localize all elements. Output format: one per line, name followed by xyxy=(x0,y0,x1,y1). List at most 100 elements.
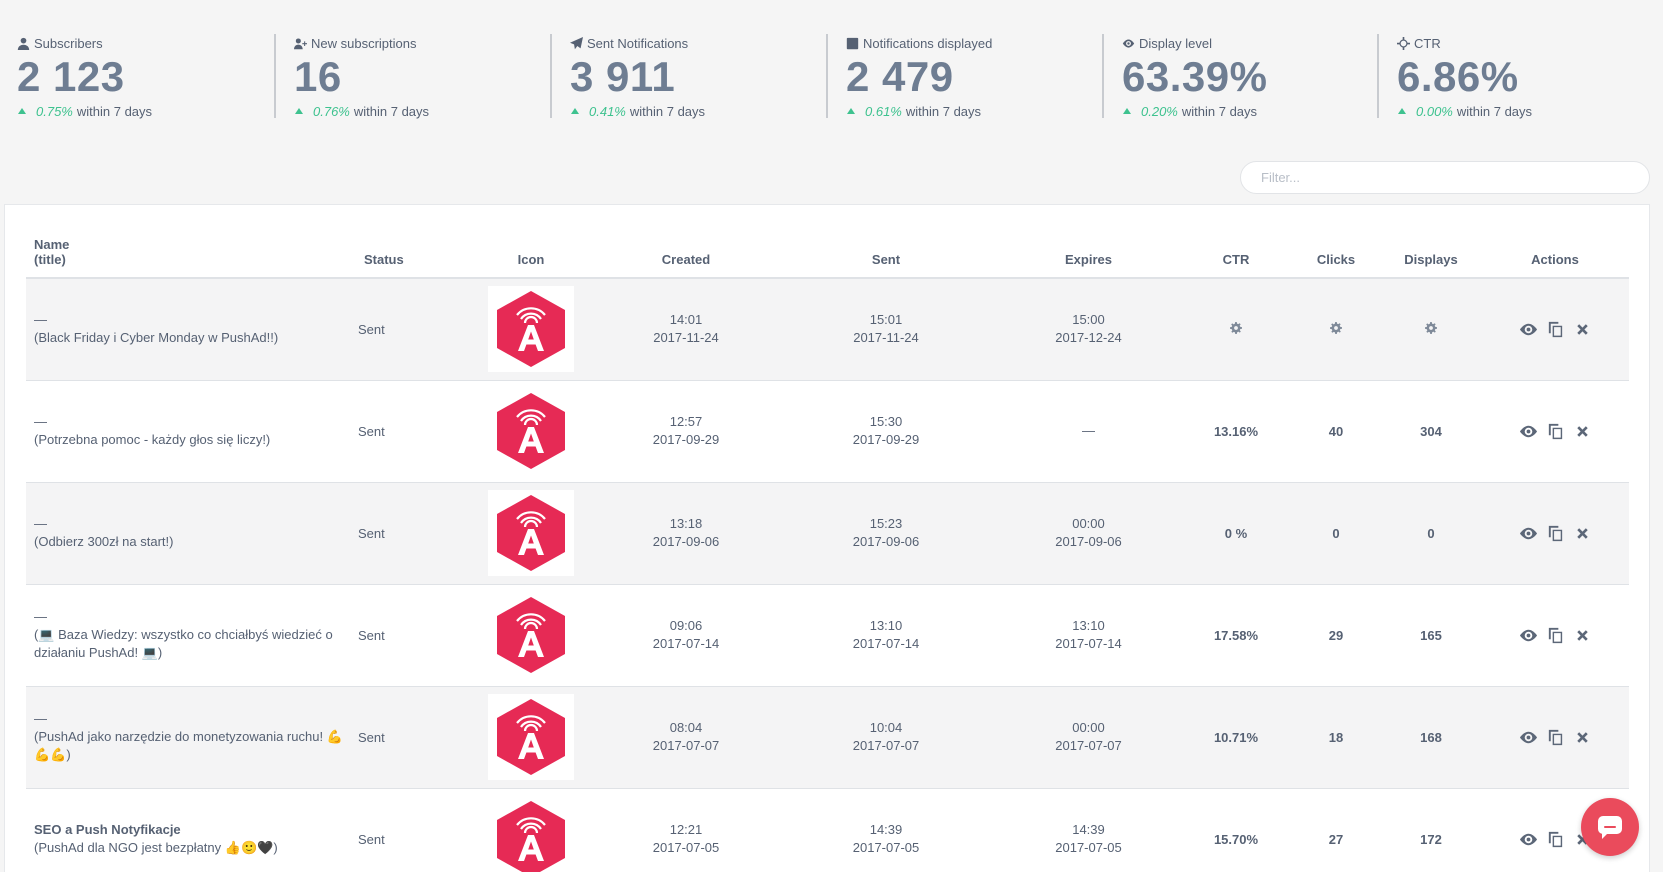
eye-icon xyxy=(1519,731,1537,743)
stat-percent: 0.76% xyxy=(313,103,350,119)
delete-button[interactable] xyxy=(1573,422,1592,441)
duplicate-button[interactable] xyxy=(1546,422,1565,441)
table-row[interactable]: — (PushAd jako narzędzie do monetyzowani… xyxy=(26,686,1629,788)
pushad-logo-icon xyxy=(497,393,565,469)
copy-icon xyxy=(1548,831,1562,847)
created-date: 2017-11-24 xyxy=(653,330,719,346)
trend-up-icon xyxy=(847,108,855,114)
stat-new-subscriptions: New subscriptions 16 0.76% within 7 days xyxy=(274,34,550,119)
table-row[interactable]: — (Black Friday i Cyber Monday w PushAd!… xyxy=(26,278,1629,380)
close-icon xyxy=(1576,731,1588,743)
row-title: (Potrzebna pomoc - każdy głos się liczy!… xyxy=(34,432,271,447)
row-ctr: 0 % xyxy=(1224,525,1248,541)
row-displays: 0 xyxy=(1427,525,1435,541)
row-title: (Black Friday i Cyber Monday w PushAd!!) xyxy=(34,330,279,346)
duplicate-button[interactable] xyxy=(1546,320,1565,339)
copy-icon xyxy=(1548,423,1562,439)
stat-value: 3 911 xyxy=(570,53,676,100)
preview-button[interactable] xyxy=(1519,626,1538,645)
column-header-expires[interactable]: Expires xyxy=(996,225,1181,279)
trend-up-icon xyxy=(571,108,579,114)
row-ctr xyxy=(1181,278,1291,380)
stat-percent: 0.41% xyxy=(589,103,626,119)
created-time: 09:06 xyxy=(669,618,703,633)
notification-icon xyxy=(488,694,574,780)
stat-notifications-displayed: Notifications displayed 2 479 0.61% withi… xyxy=(826,34,1102,119)
row-actions xyxy=(1481,626,1629,645)
eye-icon xyxy=(1122,38,1135,48)
duplicate-button[interactable] xyxy=(1546,524,1565,543)
row-displays: 304 xyxy=(1420,423,1442,439)
duplicate-button[interactable] xyxy=(1546,728,1565,747)
stat-suffix: within 7 days xyxy=(1181,103,1258,119)
created-date: 2017-07-05 xyxy=(652,840,720,855)
copy-icon xyxy=(1548,321,1562,337)
eye-icon xyxy=(1519,425,1537,437)
stat-label: Subscribers xyxy=(34,35,103,51)
column-header-ctr[interactable]: CTR xyxy=(1181,225,1291,279)
chat-button[interactable] xyxy=(1581,798,1639,856)
notification-icon xyxy=(488,286,574,373)
copy-icon xyxy=(1548,729,1562,745)
column-header-icon[interactable]: Icon xyxy=(466,225,596,279)
filter-input[interactable] xyxy=(1240,161,1650,194)
row-actions xyxy=(1481,728,1629,747)
table-row[interactable]: — (Potrzebna pomoc - każdy głos się licz… xyxy=(26,380,1629,482)
column-header-displays[interactable]: Displays xyxy=(1381,225,1481,279)
expires-date: 2017-07-14 xyxy=(1055,636,1122,651)
trend-up-icon xyxy=(1123,108,1131,114)
preview-button[interactable] xyxy=(1519,422,1538,441)
column-header-sent[interactable]: Sent xyxy=(776,225,996,279)
column-header-created[interactable]: Created xyxy=(596,225,776,279)
delete-button[interactable] xyxy=(1573,728,1592,747)
stat-label: CTR xyxy=(1414,35,1441,51)
preview-button[interactable] xyxy=(1519,728,1538,747)
row-clicks: 40 xyxy=(1328,423,1344,439)
column-header-name[interactable]: Name (title) xyxy=(26,225,356,279)
stat-suffix: within 7 days xyxy=(76,103,153,119)
chat-icon xyxy=(1598,816,1622,839)
delete-button[interactable] xyxy=(1573,524,1592,543)
preview-button[interactable] xyxy=(1519,524,1538,543)
duplicate-button[interactable] xyxy=(1546,626,1565,645)
trend-up-icon xyxy=(1398,108,1406,114)
delete-button[interactable] xyxy=(1573,320,1592,339)
row-title: (PushAd jako narzędzie do monetyzowania … xyxy=(34,729,343,762)
preview-button[interactable] xyxy=(1519,320,1538,339)
eye-icon xyxy=(1519,527,1537,539)
stat-value: 2 479 xyxy=(846,53,954,100)
table-row[interactable]: — (💻 Baza Wiedzy: wszystko co chciałbyś … xyxy=(26,584,1629,686)
column-header-status[interactable]: Status xyxy=(356,225,466,279)
table-row[interactable]: — (Odbierz 300zł na start!) Sent 13:18 20… xyxy=(26,482,1629,584)
sent-time: 10:04 xyxy=(869,720,903,735)
close-icon xyxy=(1576,324,1588,335)
stat-display-level: Display level 63.39% 0.20% within 7 days xyxy=(1102,34,1378,119)
notification-icon xyxy=(488,592,574,678)
row-status: Sent xyxy=(358,627,385,643)
row-name: — xyxy=(34,414,47,429)
created-date: 2017-07-07 xyxy=(652,738,720,753)
expires-time: 13:10 xyxy=(1072,618,1105,633)
crosshair-icon xyxy=(1397,36,1410,50)
delete-button[interactable] xyxy=(1573,626,1592,645)
table-header-row: Name (title) Status Icon Created Sent Exp… xyxy=(26,225,1629,279)
user-plus-icon xyxy=(294,37,307,49)
expires-date: 2017-09-06 xyxy=(1055,534,1122,549)
preview-button[interactable] xyxy=(1519,830,1538,849)
stat-suffix: within 7 days xyxy=(353,103,430,119)
sent-time: 15:23 xyxy=(869,516,903,531)
row-actions xyxy=(1481,422,1629,441)
stat-label: Display level xyxy=(1139,35,1212,51)
pushad-logo-icon xyxy=(497,495,565,571)
notification-icon xyxy=(488,490,574,576)
column-header-clicks[interactable]: Clicks xyxy=(1291,225,1381,279)
paper-plane-icon xyxy=(570,36,583,49)
row-name: — xyxy=(34,609,47,624)
table-row[interactable]: SEO a Push Notyfikacje (PushAd dla NGO j… xyxy=(26,788,1629,872)
pushad-logo-icon xyxy=(497,801,565,872)
stat-value: 2 123 xyxy=(17,53,125,100)
created-time: 14:01 xyxy=(669,312,703,328)
row-status: Sent xyxy=(358,423,385,439)
sent-date: 2017-07-14 xyxy=(852,636,920,651)
duplicate-button[interactable] xyxy=(1546,830,1565,849)
